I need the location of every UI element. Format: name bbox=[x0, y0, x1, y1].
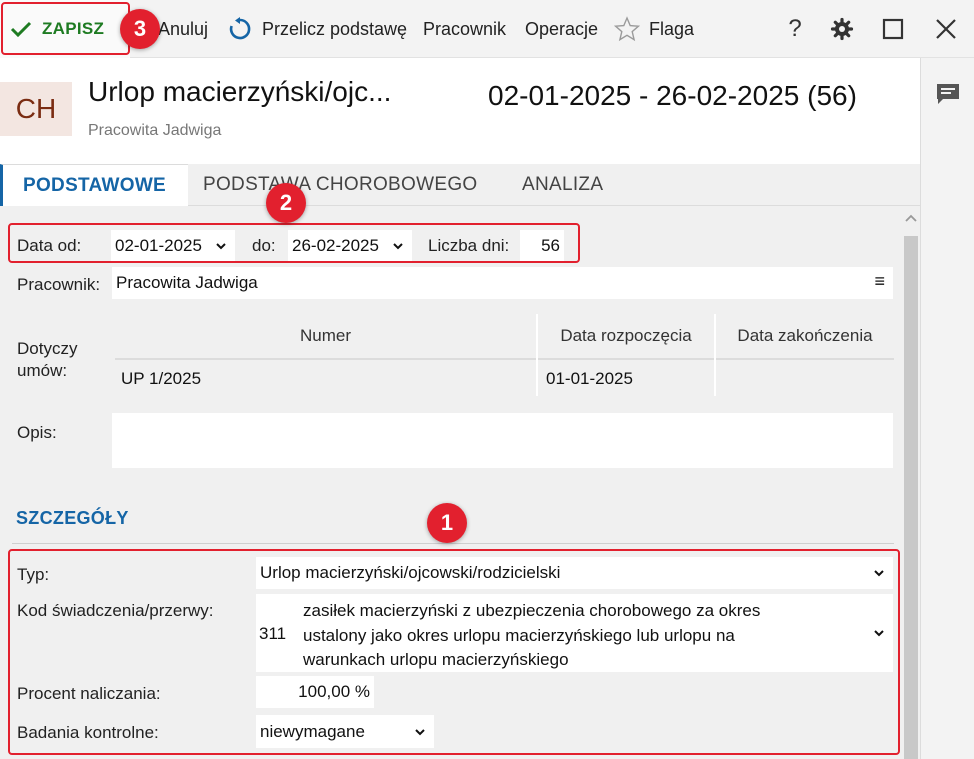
close-button[interactable] bbox=[931, 14, 961, 44]
annotation-badge-3: 3 bbox=[120, 9, 160, 49]
tab-label: PODSTAWOWE bbox=[23, 174, 167, 196]
tab-analiza[interactable]: ANALIZA bbox=[522, 164, 603, 206]
grid-divider bbox=[714, 314, 716, 396]
side-panel bbox=[920, 58, 974, 759]
star-outline-icon bbox=[614, 16, 640, 42]
operations-label: Operacje bbox=[525, 18, 599, 39]
question-icon: ? bbox=[788, 15, 802, 42]
scrollbar-thumb[interactable] bbox=[904, 236, 918, 759]
maximize-button[interactable] bbox=[878, 14, 908, 44]
flag-label: Flaga bbox=[649, 18, 695, 39]
square-icon bbox=[882, 18, 904, 40]
tab-label: PODSTAWA CHOROBOWEGO bbox=[203, 174, 478, 195]
recalculate-label: Przelicz podstawę bbox=[262, 18, 408, 39]
flag-button[interactable]: Flaga bbox=[614, 0, 694, 58]
operations-button[interactable]: Operacje bbox=[525, 0, 598, 58]
annotation-box-2 bbox=[8, 223, 580, 263]
menu-icon[interactable]: ≡ bbox=[874, 271, 885, 292]
details-section-title: SZCZEGÓŁY bbox=[16, 508, 129, 528]
cancel-button[interactable]: Anuluj bbox=[158, 0, 208, 58]
tab-bar: PODSTAWOWE PODSTAWA CHOROBOWEGO ANALIZA bbox=[0, 164, 920, 206]
contracts-label: Dotyczy umów: bbox=[17, 339, 78, 380]
avatar: CH bbox=[0, 82, 72, 136]
column-header-end[interactable]: Data zakończenia bbox=[716, 314, 894, 360]
recalculate-button[interactable]: Przelicz podstawę bbox=[228, 0, 407, 58]
contract-start-cell[interactable]: 01-01-2025 bbox=[538, 362, 714, 396]
annotation-box-3 bbox=[1, 2, 130, 55]
column-header-number[interactable]: Numer bbox=[115, 314, 536, 360]
description-label: Opis: bbox=[17, 423, 57, 442]
close-icon bbox=[936, 19, 956, 39]
cancel-label: Anuluj bbox=[158, 18, 209, 39]
refresh-icon bbox=[229, 17, 251, 40]
annotation-badge-2: 2 bbox=[266, 183, 306, 223]
section-divider bbox=[12, 543, 894, 544]
tab-label: ANALIZA bbox=[522, 174, 604, 195]
employee-value: Pracowita Jadwiga bbox=[116, 273, 258, 292]
employee-label: Pracownik bbox=[423, 18, 507, 39]
annotation-box-1 bbox=[8, 549, 900, 755]
employee-button[interactable]: Pracownik bbox=[423, 0, 506, 58]
annotation-badge-1: 1 bbox=[427, 503, 467, 543]
document-subtitle: Pracowita Jadwiga bbox=[88, 122, 222, 139]
scroll-up-icon[interactable] bbox=[904, 212, 918, 224]
settings-button[interactable] bbox=[827, 14, 857, 44]
tab-podstawa-chorobowego[interactable]: PODSTAWA CHOROBOWEGO bbox=[203, 164, 477, 206]
document-title: Urlop macierzyński/ojc... bbox=[88, 76, 392, 107]
grid-divider bbox=[536, 314, 538, 396]
contract-number-cell[interactable]: UP 1/2025 bbox=[115, 362, 536, 396]
employee-label: Pracownik: bbox=[17, 275, 101, 294]
column-header-start[interactable]: Data rozpoczęcia bbox=[538, 314, 714, 360]
document-period: 02-01-2025 - 26-02-2025 (56) bbox=[488, 80, 857, 111]
tab-podstawowe[interactable]: PODSTAWOWE bbox=[0, 164, 188, 206]
comment-icon[interactable] bbox=[935, 82, 961, 106]
help-button[interactable]: ? bbox=[780, 14, 810, 44]
contract-end-cell[interactable] bbox=[716, 362, 894, 396]
employee-field[interactable]: Pracowita Jadwiga ≡ bbox=[112, 267, 893, 299]
description-field[interactable] bbox=[112, 413, 893, 468]
gear-icon bbox=[830, 17, 854, 41]
